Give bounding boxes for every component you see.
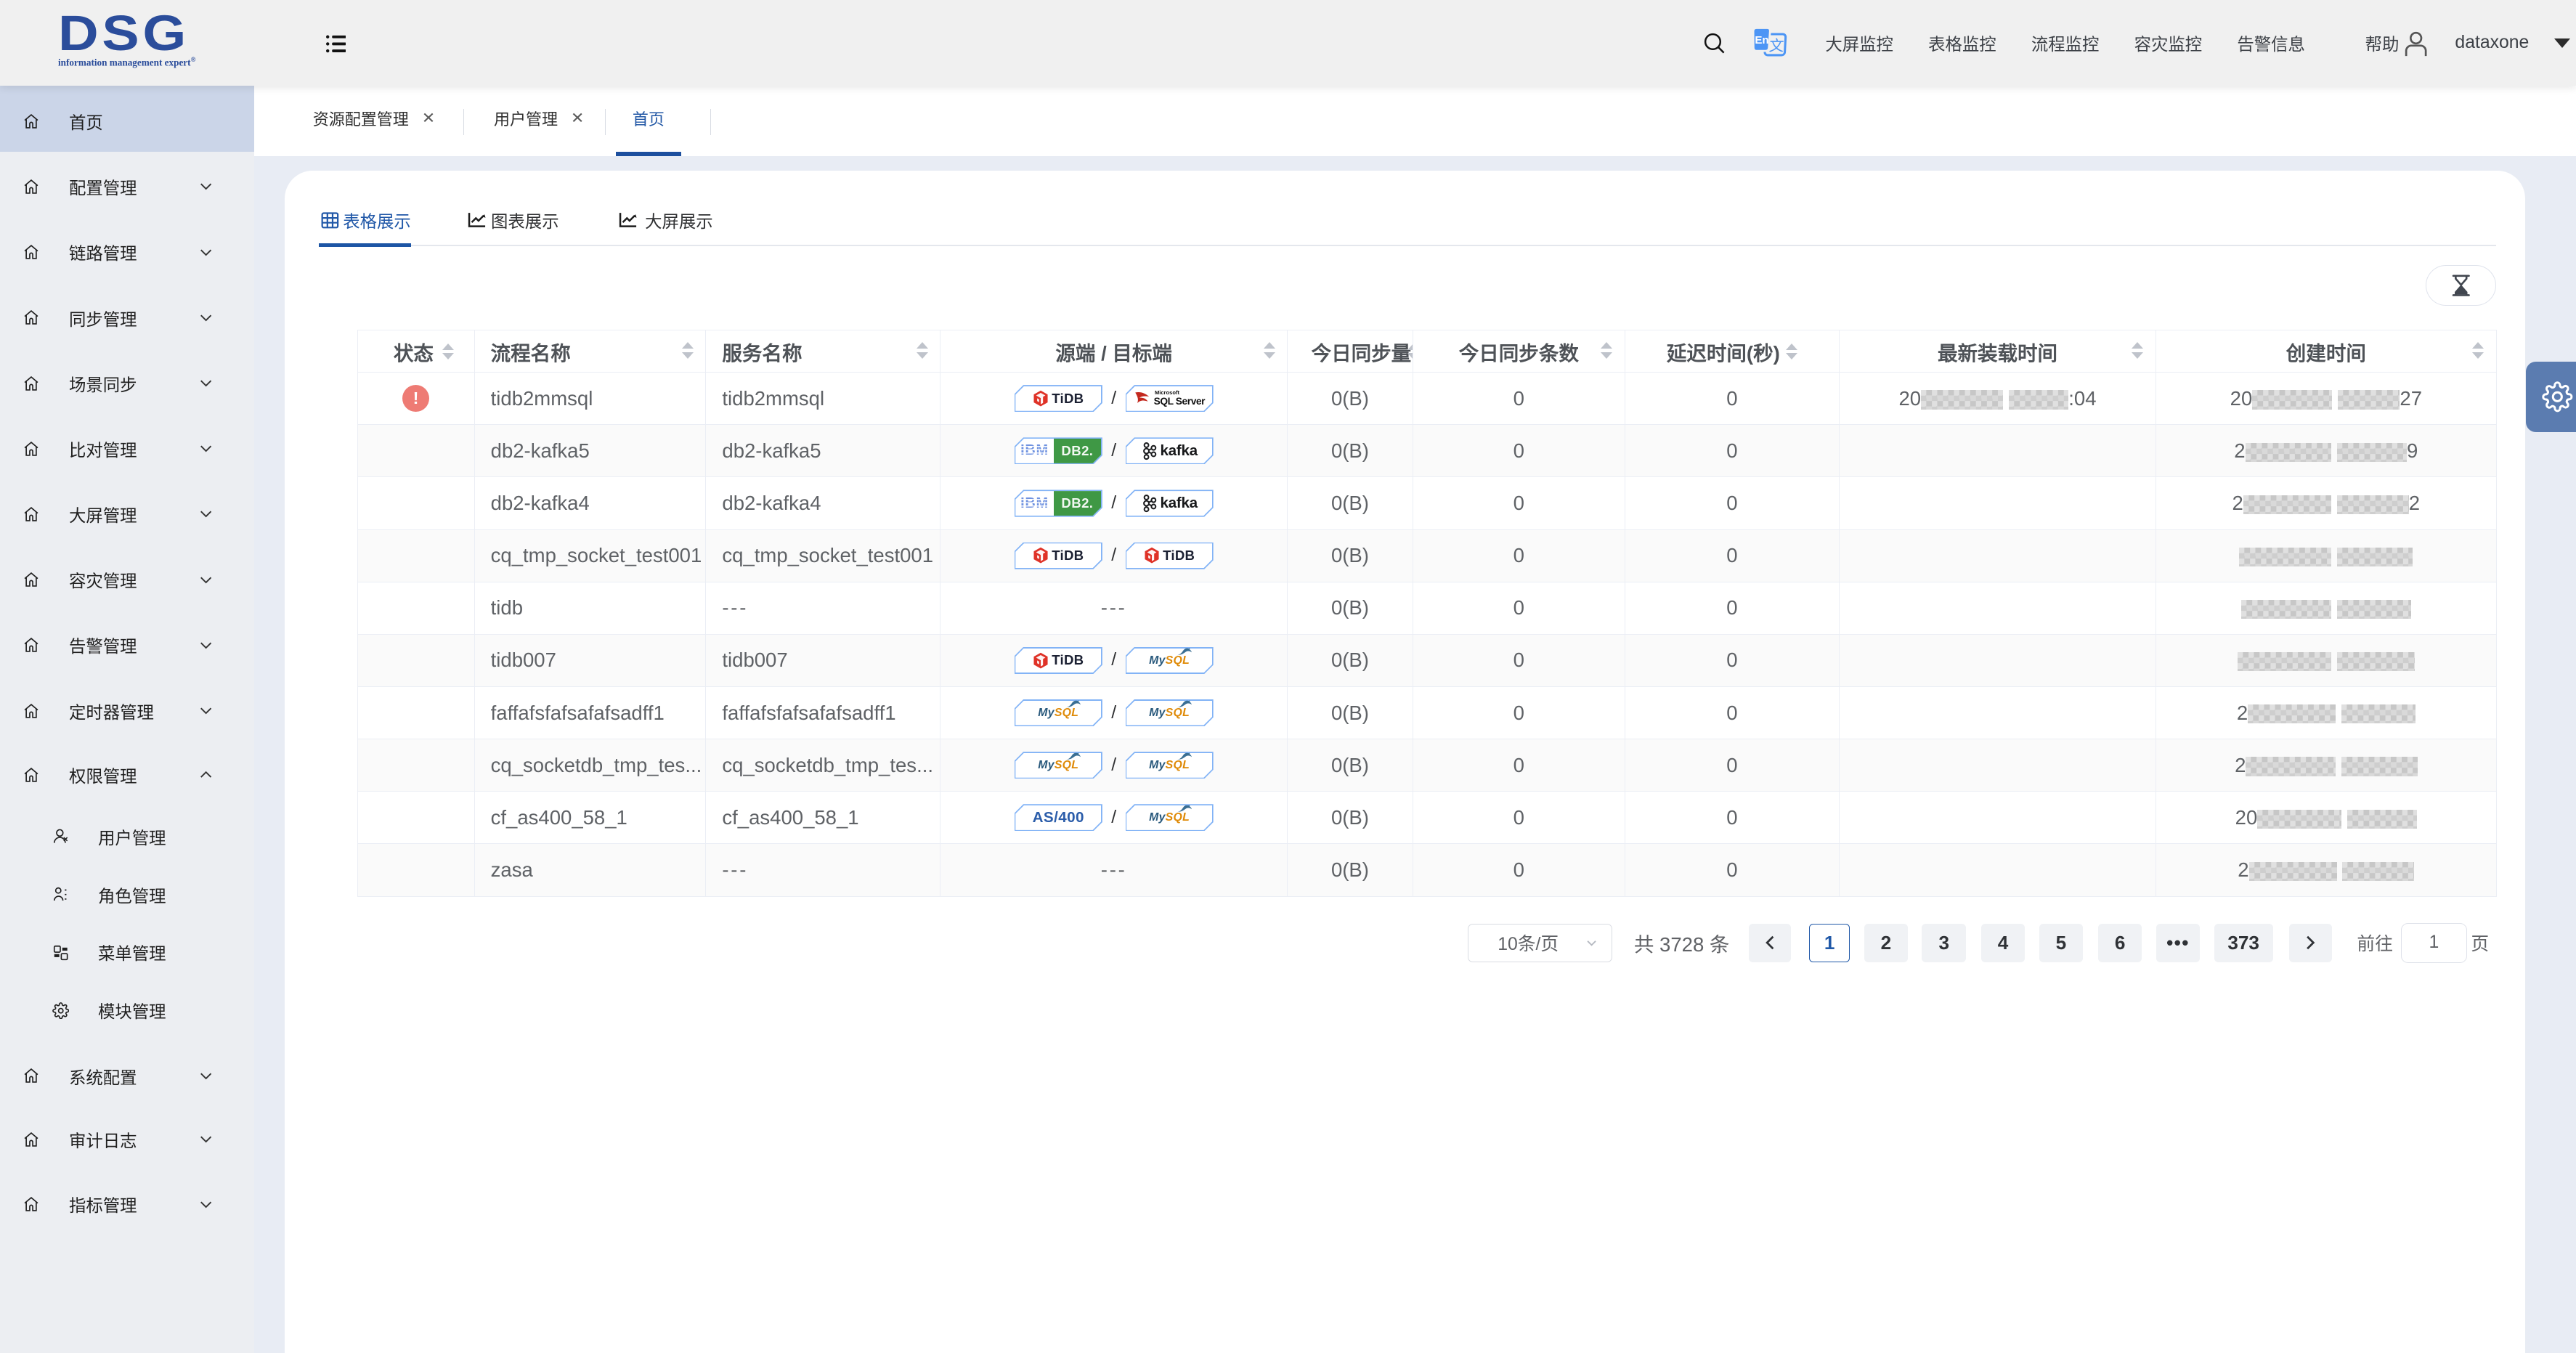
svg-text:En: En bbox=[1755, 34, 1768, 46]
svg-text:文: 文 bbox=[1768, 38, 1784, 54]
